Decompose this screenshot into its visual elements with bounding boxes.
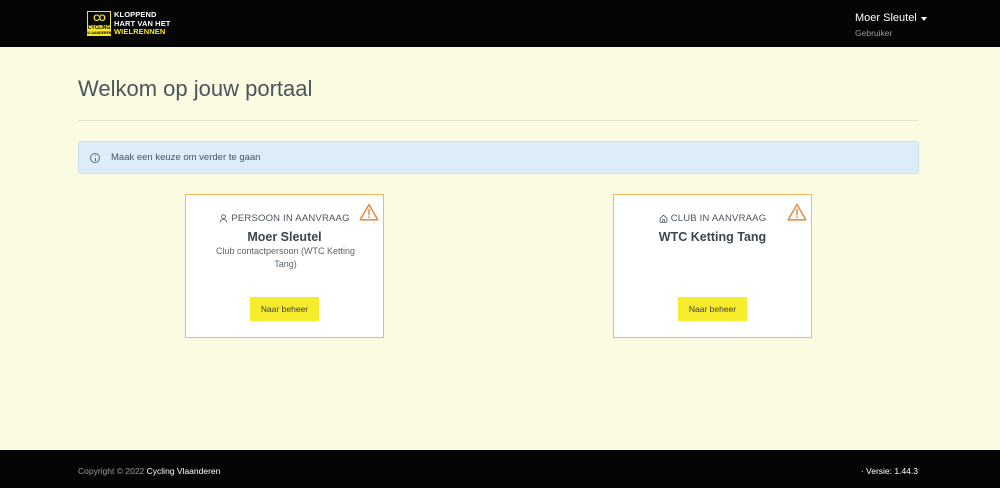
card-persoon: PERSOON IN AANVRAAG Moer Sleutel Club co… bbox=[185, 194, 384, 338]
page-title: Welkom op jouw portaal bbox=[78, 76, 313, 101]
info-alert: Maak een keuze om verder te gaan bbox=[78, 141, 919, 174]
card-label: CLUB IN AANVRAAG bbox=[670, 213, 767, 224]
logo-tagline: KLOPPEND HART VAN HET WIELRENNEN bbox=[114, 10, 170, 37]
copyright-text: Copyright © 2022 bbox=[78, 466, 145, 476]
logo-mark-symbol: CO bbox=[93, 13, 105, 23]
logo-mark-subtext: VLAANDEREN bbox=[87, 31, 112, 35]
top-navbar: CO CYCLING VLAANDEREN KLOPPEND HART VAN … bbox=[0, 0, 1000, 47]
user-menu-toggle[interactable]: Moer Sleutel bbox=[855, 12, 927, 24]
caret-down-icon bbox=[920, 17, 927, 21]
info-icon bbox=[90, 152, 100, 163]
home-icon bbox=[659, 214, 668, 223]
naar-beheer-button[interactable]: Naar beheer bbox=[678, 297, 747, 321]
card-club: CLUB IN AANVRAAG WTC Ketting Tang Naar b… bbox=[613, 194, 812, 338]
logo-line-3: WIELRENNEN bbox=[114, 27, 166, 36]
card-title: Moer Sleutel bbox=[247, 230, 322, 244]
alert-text: Maak een keuze om verder te gaan bbox=[111, 152, 261, 163]
user-menu[interactable]: Moer Sleutel Gebruiker bbox=[855, 12, 927, 38]
cycling-vlaanderen-logo[interactable]: CO CYCLING VLAANDEREN KLOPPEND HART VAN … bbox=[87, 10, 170, 37]
person-icon bbox=[219, 214, 228, 223]
copyright: Copyright © 2022 Cycling Vlaanderen bbox=[78, 466, 220, 476]
card-header: PERSOON IN AANVRAAG bbox=[186, 213, 383, 224]
logo-mark: CO CYCLING VLAANDEREN bbox=[87, 11, 111, 36]
version-label: · Versie: 1.44.3 bbox=[860, 466, 918, 476]
brand-link[interactable]: Cycling Vlaanderen bbox=[147, 466, 221, 476]
card-subtitle: Club contactpersoon (WTC Ketting Tang) bbox=[215, 246, 356, 269]
title-divider bbox=[78, 120, 918, 121]
user-role: Gebruiker bbox=[855, 28, 893, 38]
card-label: PERSOON IN AANVRAAG bbox=[231, 213, 350, 224]
footer: Copyright © 2022 Cycling Vlaanderen · Ve… bbox=[0, 450, 1000, 488]
card-header: CLUB IN AANVRAAG bbox=[614, 213, 811, 224]
naar-beheer-button[interactable]: Naar beheer bbox=[250, 297, 319, 321]
user-name: Moer Sleutel bbox=[855, 12, 917, 24]
card-title: WTC Ketting Tang bbox=[658, 230, 767, 244]
